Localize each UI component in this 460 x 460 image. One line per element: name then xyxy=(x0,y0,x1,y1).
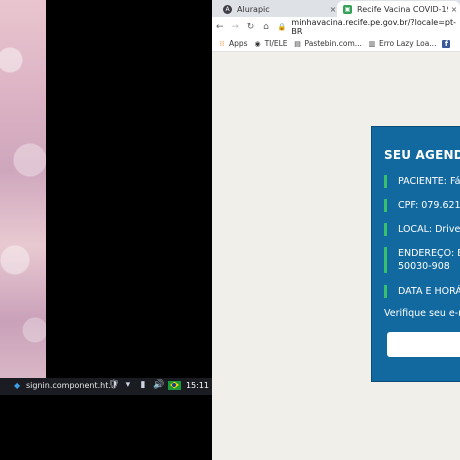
angular-favicon-icon: A xyxy=(223,4,232,14)
date-time-field: DATA E HORÁR xyxy=(384,285,460,298)
tab-recife-vacina[interactable]: ▣ Recife Vacina COVID-19 × xyxy=(337,1,460,17)
taskbar-item-vscode[interactable]: ◆ signin.component.ht... xyxy=(14,381,116,390)
bookmark-label: Apps xyxy=(229,39,248,48)
cpf-field: CPF: 079.621.3 xyxy=(384,199,460,212)
lock-icon[interactable]: 🔒 xyxy=(278,23,287,31)
bookmark-ti-ele[interactable]: ◉ TI/ELE xyxy=(254,39,288,48)
bookmark-label: Erro Lazy Loa... xyxy=(378,39,437,48)
pastebin-icon: ▤ xyxy=(294,39,301,48)
address-line-1: ENDEREÇO: Ed xyxy=(398,248,460,259)
browser-window: A Alurapic × ▣ Recife Vacina COVID-19 × … xyxy=(212,0,460,460)
brazil-flag-icon[interactable] xyxy=(167,380,181,390)
url-text[interactable]: minhavacina.recife.pe.gov.br/?locale=pt-… xyxy=(291,18,460,36)
bookmark-label: Pastebin.com... xyxy=(304,39,362,48)
bookmark-apps[interactable]: ⁞⁞ Apps xyxy=(218,39,248,48)
back-icon[interactable]: ← xyxy=(212,22,227,32)
taskbar: ◆ signin.component.ht... 🛡 ▾ ▮ 🔊 15:11 xyxy=(0,378,212,395)
tab-title: Recife Vacina COVID-19 xyxy=(357,4,448,14)
close-tab-icon[interactable]: × xyxy=(448,5,460,14)
taskbar-item-label: signin.component.ht... xyxy=(26,381,117,390)
card-title: SEU AGENDA xyxy=(384,148,460,162)
browser-toolbar: ← → ↻ ⌂ 🔒 minhavacina.recife.pe.gov.br/?… xyxy=(212,17,460,36)
reload-icon[interactable]: ↻ xyxy=(243,22,258,32)
bookmark-pastebin[interactable]: ▤ Pastebin.com... xyxy=(294,39,362,48)
bookmark-facebook[interactable]: f xyxy=(442,39,451,48)
shield-icon[interactable]: 🛡 xyxy=(108,380,119,390)
apps-grid-icon: ⁞⁞ xyxy=(219,39,225,48)
site-favicon-icon: ▣ xyxy=(343,4,352,14)
black-bottom-region xyxy=(0,395,212,460)
location-field: LOCAL: Drive T xyxy=(384,223,460,236)
appointment-card: SEU AGENDA PACIENTE: Fát CPF: 079.621.3 … xyxy=(371,126,460,382)
battery-icon[interactable]: ▮ xyxy=(138,380,148,390)
page-icon: ▥ xyxy=(368,39,376,48)
black-window-region xyxy=(46,0,212,378)
wifi-icon[interactable]: ▾ xyxy=(123,380,133,390)
home-icon[interactable]: ⌂ xyxy=(258,22,273,32)
vscode-icon: ◆ xyxy=(14,380,21,390)
bookmark-erro-lazy[interactable]: ▥ Erro Lazy Loa... xyxy=(368,39,437,48)
address-line-2: 50030-908 xyxy=(398,261,450,272)
tab-alurapic[interactable]: A Alurapic × xyxy=(217,1,339,17)
facebook-icon: f xyxy=(442,39,451,48)
card-action-button[interactable] xyxy=(387,332,460,357)
patient-field: PACIENTE: Fát xyxy=(384,175,460,188)
address-field: ENDEREÇO: Ed 50030-908 xyxy=(384,247,460,273)
globe-icon: ◉ xyxy=(254,39,261,48)
tab-strip: A Alurapic × ▣ Recife Vacina COVID-19 × xyxy=(212,0,460,17)
page-content: SEU AGENDA PACIENTE: Fát CPF: 079.621.3 … xyxy=(212,52,460,460)
bookmark-label: TI/ELE xyxy=(264,39,288,48)
bookmarks-bar: ⁞⁞ Apps ◉ TI/ELE ▤ Pastebin.com... ▥ Err… xyxy=(212,36,460,52)
forward-icon[interactable]: → xyxy=(227,22,242,32)
clock[interactable]: 15:11 xyxy=(186,381,209,390)
volume-icon[interactable]: 🔊 xyxy=(153,380,164,390)
desktop-wallpaper xyxy=(0,0,46,378)
system-tray: 🛡 ▾ ▮ 🔊 15:11 xyxy=(108,380,209,390)
tab-title: Alurapic xyxy=(237,4,270,14)
email-note: Verifique seu e-m xyxy=(384,308,460,319)
address-bar[interactable]: 🔒 minhavacina.recife.pe.gov.br/?locale=p… xyxy=(278,18,460,36)
